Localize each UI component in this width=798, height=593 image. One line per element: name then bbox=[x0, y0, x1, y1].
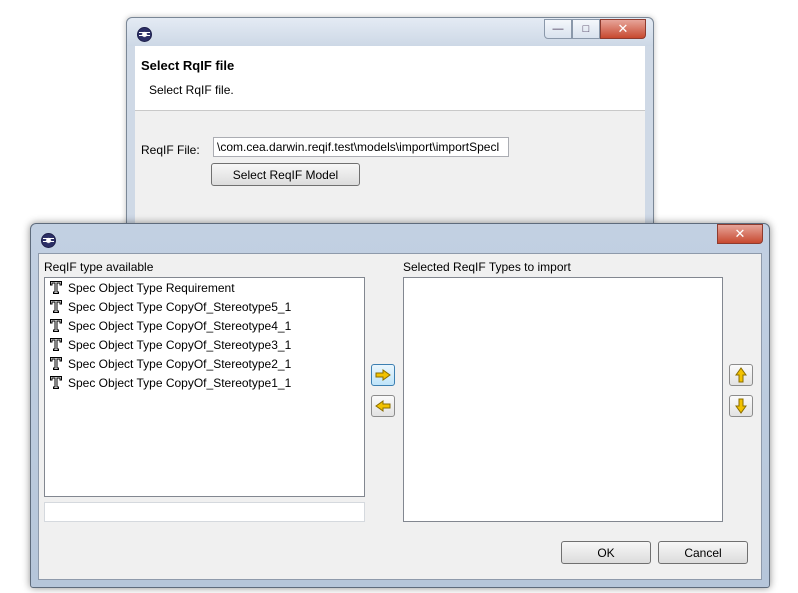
arrow-up-icon bbox=[735, 367, 747, 383]
list-item[interactable]: Spec Object Type CopyOf_Stereotype1_1 bbox=[45, 373, 364, 392]
wizard-client: Select RqIF file Select RqIF file. ReqIF… bbox=[135, 46, 645, 233]
list-item[interactable]: Spec Object Type CopyOf_Stereotype4_1 bbox=[45, 316, 364, 335]
eclipse-app-icon bbox=[137, 27, 152, 42]
list-item[interactable]: Spec Object Type CopyOf_Stereotype2_1 bbox=[45, 354, 364, 373]
dialog-window-controls: ✕ bbox=[717, 224, 763, 244]
move-up-button[interactable] bbox=[729, 364, 753, 386]
list-item-label: Spec Object Type CopyOf_Stereotype4_1 bbox=[68, 318, 292, 333]
list-item-label: Spec Object Type CopyOf_Stereotype1_1 bbox=[68, 375, 292, 390]
list-item[interactable]: Spec Object Type CopyOf_Stereotype3_1 bbox=[45, 335, 364, 354]
ok-button[interactable]: OK bbox=[561, 541, 651, 564]
list-item-label: Spec Object Type CopyOf_Stereotype2_1 bbox=[68, 356, 292, 371]
move-down-button[interactable] bbox=[729, 395, 753, 417]
arrow-left-icon bbox=[375, 400, 391, 412]
list-item-label: Spec Object Type Requirement bbox=[68, 280, 235, 295]
spec-object-type-icon bbox=[50, 357, 62, 370]
list-item-label: Spec Object Type CopyOf_Stereotype3_1 bbox=[68, 337, 292, 352]
available-types-label: ReqIF type available bbox=[44, 260, 154, 274]
selected-types-label: Selected ReqIF Types to import bbox=[403, 260, 571, 274]
select-reqif-model-button[interactable]: Select ReqIF Model bbox=[211, 163, 360, 186]
spec-object-type-icon bbox=[50, 319, 62, 332]
wizard-titlebar: — □ ✕ bbox=[127, 18, 653, 46]
spec-object-type-icon bbox=[50, 376, 62, 389]
arrow-down-icon bbox=[735, 398, 747, 414]
close-icon[interactable]: ✕ bbox=[600, 19, 646, 39]
list-item[interactable]: Spec Object Type Requirement bbox=[45, 278, 364, 297]
available-types-list[interactable]: Spec Object Type Requirement Spec Object … bbox=[44, 277, 365, 497]
eclipse-app-icon bbox=[41, 233, 56, 248]
page-description: Select RqIF file. bbox=[149, 83, 234, 97]
page-title: Select RqIF file bbox=[141, 58, 235, 73]
arrow-right-icon bbox=[375, 369, 391, 381]
reqif-file-label: ReqIF File: bbox=[141, 143, 200, 157]
selected-types-list[interactable] bbox=[403, 277, 723, 522]
remove-type-button[interactable] bbox=[371, 395, 395, 417]
minimize-icon[interactable]: — bbox=[544, 19, 572, 39]
cancel-button[interactable]: Cancel bbox=[658, 541, 748, 564]
filter-input[interactable] bbox=[44, 502, 365, 522]
wizard-window-controls: — □ ✕ bbox=[544, 19, 646, 39]
maximize-icon[interactable]: □ bbox=[572, 19, 600, 39]
spec-object-type-icon bbox=[50, 338, 62, 351]
close-icon[interactable]: ✕ bbox=[717, 224, 763, 244]
spec-object-type-icon bbox=[50, 281, 62, 294]
reqif-file-field[interactable]: \com.cea.darwin.reqif.test\models\import… bbox=[213, 137, 509, 157]
type-selection-dialog: ✕ ReqIF type available Selected ReqIF Ty… bbox=[30, 223, 770, 588]
spec-object-type-icon bbox=[50, 300, 62, 313]
wizard-banner: Select RqIF file Select RqIF file. bbox=[135, 46, 645, 111]
wizard-window: — □ ✕ Select RqIF file Select RqIF file.… bbox=[126, 17, 654, 234]
list-item[interactable]: Spec Object Type CopyOf_Stereotype5_1 bbox=[45, 297, 364, 316]
add-type-button[interactable] bbox=[371, 364, 395, 386]
list-item-label: Spec Object Type CopyOf_Stereotype5_1 bbox=[68, 299, 292, 314]
dialog-client: ReqIF type available Selected ReqIF Type… bbox=[38, 253, 762, 580]
